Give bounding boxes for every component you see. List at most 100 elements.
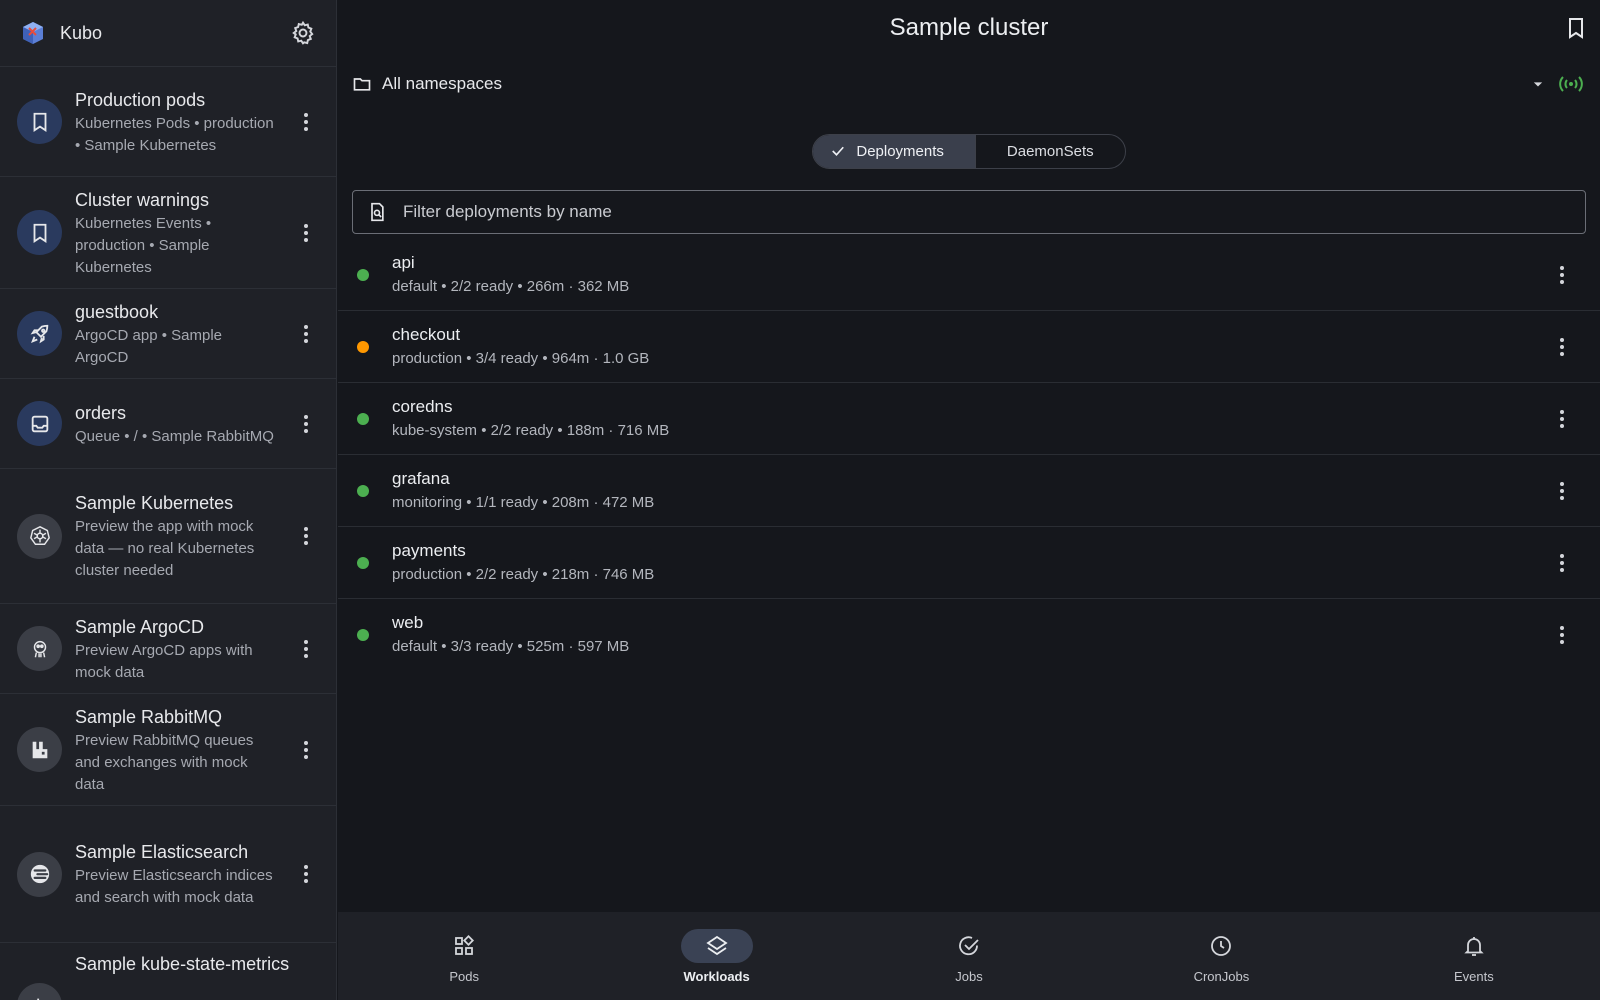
- nav-pods[interactable]: Pods: [338, 912, 590, 1000]
- kubernetes-icon: [29, 526, 50, 545]
- gear-icon[interactable]: [290, 20, 316, 46]
- status-ok-icon: [357, 629, 369, 641]
- sidebar-item-title: Sample kube-state-metrics: [75, 954, 290, 974]
- nav-events-label: Events: [1453, 968, 1494, 984]
- more-options-icon[interactable]: [1550, 407, 1574, 431]
- filter-input[interactable]: [403, 202, 1571, 222]
- sidebar-item-subtitle: Kubernetes Events • production • Sample …: [75, 214, 212, 276]
- deployment-meta: default • 3/3 ready • 525m · 597 MB: [392, 638, 630, 655]
- more-options-icon[interactable]: [1550, 623, 1574, 647]
- page-title: Sample cluster: [889, 14, 1049, 41]
- status-warning-icon: [357, 340, 369, 353]
- rabbitmq-icon: [32, 741, 47, 758]
- nav-workloads-label: Workloads: [683, 968, 750, 984]
- list-item[interactable]: payments production • 2/2 ready • 218m ·…: [338, 527, 1600, 599]
- clock-icon: [1211, 935, 1232, 956]
- status-ok-icon: [357, 268, 369, 281]
- sidebar-item-title: orders: [75, 402, 127, 423]
- tab-deployments-label: Deployments: [856, 142, 944, 160]
- chevron-down-icon[interactable]: [1528, 74, 1548, 94]
- tab-deployments[interactable]: Deployments: [813, 134, 976, 168]
- nav-events[interactable]: Events: [1348, 912, 1600, 1000]
- sidebar-item-orders[interactable]: orders Queue • / • Sample RabbitMQ: [0, 379, 336, 469]
- deployment-name: payments: [392, 540, 466, 560]
- sidebar-item-guestbook[interactable]: guestbook ArgoCD app • Sample ArgoCD: [0, 289, 336, 379]
- sidebar-item-title: guestbook: [75, 301, 159, 322]
- sidebar-item-subtitle: Preview the app with mock data — no real…: [75, 518, 255, 579]
- sidebar-item-subtitle: Queue • / • Sample RabbitMQ: [75, 427, 274, 445]
- sidebar-item-production-pods[interactable]: Production pods Kubernetes Pods • produc…: [0, 67, 336, 177]
- search-document-icon: [371, 202, 384, 222]
- live-signal-icon[interactable]: [1558, 74, 1584, 94]
- more-options-icon[interactable]: [294, 524, 318, 548]
- nav-cronjobs-label: CronJobs: [1193, 968, 1250, 984]
- avatar: [17, 401, 62, 446]
- more-options-icon[interactable]: [1550, 335, 1574, 359]
- list-item[interactable]: web default • 3/3 ready • 525m · 597 MB: [338, 599, 1600, 671]
- namespace-selector[interactable]: All namespaces: [338, 56, 1600, 112]
- more-options-icon[interactable]: [294, 110, 318, 134]
- deployment-name: coredns: [392, 396, 453, 416]
- more-options-icon[interactable]: [294, 322, 318, 346]
- sidebar-item-sample-rabbitmq[interactable]: Sample RabbitMQ Preview RabbitMQ queues …: [0, 694, 336, 806]
- sidebar-item-sample-kube-state-metrics[interactable]: Sample kube-state-metrics: [0, 943, 336, 1000]
- deployment-meta: kube-system • 2/2 ready • 188m · 716 MB: [392, 421, 670, 439]
- sidebar-item-title: Sample Elasticsearch: [75, 842, 249, 862]
- sidebar-item-subtitle: Preview Elasticsearch indices and search…: [75, 867, 273, 906]
- check-circle-icon: [959, 935, 979, 955]
- sidebar-item-subtitle: ArgoCD app • Sample ArgoCD: [75, 326, 222, 366]
- avatar: [17, 311, 62, 356]
- sidebar-item-subtitle: Preview ArgoCD apps with mock data: [75, 641, 253, 681]
- list-item[interactable]: grafana monitoring • 1/1 ready • 208m · …: [338, 455, 1600, 527]
- nav-pods-label: Pods: [449, 968, 480, 984]
- bookmark-icon: [33, 112, 46, 132]
- avatar: [17, 626, 62, 671]
- deployment-meta: default • 2/2 ready • 266m · 362 MB: [392, 277, 630, 295]
- avatar: [17, 851, 62, 897]
- sidebar-item-subtitle: Preview RabbitMQ queues and exchanges wi…: [75, 731, 254, 793]
- more-options-icon[interactable]: [1550, 551, 1574, 575]
- list-item[interactable]: api default • 2/2 ready • 266m · 362 MB: [338, 239, 1600, 311]
- status-ok-icon: [357, 556, 369, 569]
- sidebar-item-sample-kubernetes[interactable]: Sample Kubernetes Preview the app with m…: [0, 469, 336, 604]
- sidebar-item-title: Cluster warnings: [75, 189, 210, 210]
- deployment-meta: production • 2/2 ready • 218m · 746 MB: [392, 565, 655, 583]
- sidebar-item-cluster-warnings[interactable]: Cluster warnings Kubernetes Events • pro…: [0, 177, 336, 289]
- more-options-icon[interactable]: [294, 862, 318, 886]
- more-options-icon[interactable]: [294, 637, 318, 661]
- bookmark-icon: [33, 223, 46, 243]
- status-ok-icon: [357, 484, 369, 497]
- sidebar-header: Kubo: [0, 0, 336, 67]
- deployment-meta: production • 3/4 ready • 964m · 1.0 GB: [392, 349, 650, 367]
- list-item[interactable]: checkout production • 3/4 ready • 964m ·…: [338, 311, 1600, 383]
- folder-icon: [353, 78, 371, 91]
- nav-workloads[interactable]: Workloads: [590, 912, 842, 1000]
- deployment-name: web: [392, 613, 424, 632]
- elasticsearch-icon: [30, 864, 49, 884]
- sidebar-item-title: Sample RabbitMQ: [75, 706, 223, 727]
- bookmark-icon[interactable]: [1564, 16, 1588, 40]
- more-options-icon[interactable]: [1550, 263, 1574, 287]
- nav-jobs[interactable]: Jobs: [843, 912, 1095, 1000]
- app-name: Kubo: [60, 22, 103, 43]
- nav-jobs-label: Jobs: [955, 968, 983, 984]
- deployment-meta: monitoring • 1/1 ready • 208m · 472 MB: [392, 493, 655, 511]
- kubo-logo-icon: [23, 22, 43, 44]
- deployment-name: grafana: [392, 468, 450, 488]
- more-options-icon[interactable]: [294, 738, 318, 762]
- tab-daemonsets-label: DaemonSets: [1006, 142, 1094, 160]
- metrics-icon: [36, 998, 39, 1000]
- more-options-icon[interactable]: [294, 221, 318, 245]
- main-panel: Sample cluster All namespaces Deployment…: [338, 0, 1600, 1000]
- sidebar-item-sample-argocd[interactable]: Sample ArgoCD Preview ArgoCD apps with m…: [0, 604, 336, 694]
- nav-cronjobs[interactable]: CronJobs: [1095, 912, 1347, 1000]
- avatar: [17, 99, 62, 144]
- more-options-icon[interactable]: [294, 412, 318, 436]
- more-options-icon[interactable]: [1550, 479, 1574, 503]
- sidebar-item-sample-elasticsearch[interactable]: Sample Elasticsearch Preview Elasticsear…: [0, 806, 336, 943]
- tab-daemonsets[interactable]: DaemonSets: [976, 135, 1125, 168]
- list-item[interactable]: coredns kube-system • 2/2 ready • 188m ·…: [338, 383, 1600, 455]
- avatar: [17, 983, 62, 1000]
- avatar: [17, 210, 62, 255]
- namespace-label: All namespaces: [382, 74, 503, 93]
